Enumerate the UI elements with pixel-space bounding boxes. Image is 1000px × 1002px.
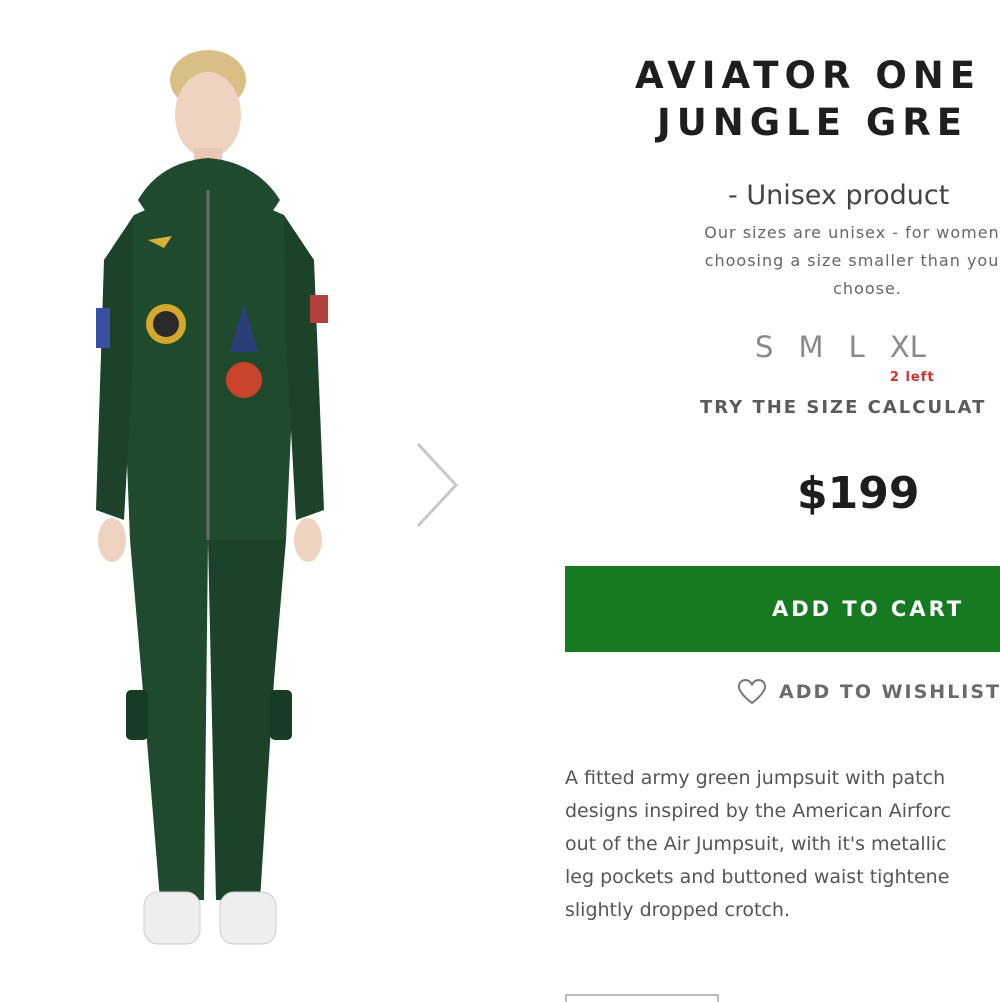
size-label: S <box>755 330 774 364</box>
product-info: AVIATOR ONE JUNGLE GRE - Unisex product O… <box>565 0 1000 1002</box>
size-option-m[interactable]: M <box>799 330 824 364</box>
description-line: slightly dropped crotch. <box>565 899 791 921</box>
size-label: XL <box>889 330 926 364</box>
size-option-xl[interactable]: XL 2 left <box>889 330 934 385</box>
size-label: M <box>798 330 824 364</box>
unisex-label: - Unisex product <box>728 180 950 211</box>
size-selector: S M L XL 2 left <box>755 330 946 385</box>
next-image-button[interactable] <box>408 440 464 530</box>
size-label: L <box>848 330 865 364</box>
description-line: out of the Air Jumpsuit, with it's metal… <box>565 833 947 855</box>
chevron-right-icon <box>416 442 459 528</box>
size-note-line: choose. <box>833 279 902 298</box>
size-option-s[interactable]: S <box>755 330 773 364</box>
price: $199 <box>797 468 920 519</box>
description-line: designs inspired by the American Airforc <box>565 800 951 822</box>
size-note-line: choosing a size smaller than you wo <box>704 251 1000 270</box>
add-to-wishlist-link[interactable]: ADD TO WISHLIST <box>737 678 1000 706</box>
size-calculator-link[interactable]: TRY THE SIZE CALCULAT <box>700 397 986 418</box>
add-to-cart-button[interactable]: ADD TO CART <box>565 566 1000 652</box>
add-to-cart-label: ADD TO CART <box>772 597 965 621</box>
size-option-l[interactable]: L <box>849 330 865 364</box>
heart-outline-icon <box>737 678 767 706</box>
description-line: leg pockets and buttoned waist tightene <box>565 866 950 888</box>
add-to-wishlist-label: ADD TO WISHLIST <box>779 681 1000 703</box>
description-line: A fitted army green jumpsuit with patch <box>565 767 946 789</box>
product-image <box>60 40 380 970</box>
stock-warning: 2 left <box>889 370 935 385</box>
size-note-line: Our sizes are unisex - for women we <box>704 223 1000 242</box>
product-title: AVIATOR ONE JUNGLE GRE <box>635 52 981 146</box>
product-description: A fitted army green jumpsuit with patch … <box>565 762 1000 927</box>
size-note: Our sizes are unisex - for women we choo… <box>565 219 1000 303</box>
partial-button[interactable] <box>565 994 719 1002</box>
title-line-1: AVIATOR ONE <box>635 54 982 97</box>
title-line-2: JUNGLE GRE <box>657 101 969 144</box>
